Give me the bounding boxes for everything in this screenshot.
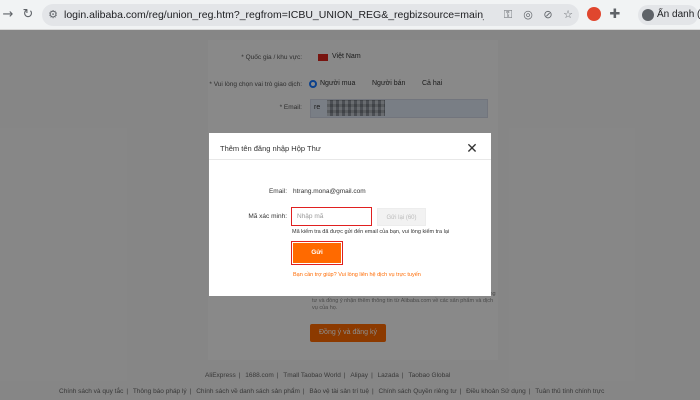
modal-email-label: Email: [268, 188, 287, 195]
eye-off-icon[interactable]: ◎ [520, 7, 536, 23]
forward-icon[interactable]: → [0, 7, 16, 23]
code-sent-hint: Mã kiểm tra đã được gửi đến email của bạ… [292, 229, 450, 235]
reload-icon[interactable]: ↻ [20, 7, 36, 23]
key-icon[interactable]: ⚿ [500, 7, 516, 23]
verification-code-input[interactable] [291, 207, 372, 226]
help-contact-link[interactable]: Bạn cần trợ giúp? Vui lòng liên hệ dịch … [293, 272, 421, 278]
extensions-puzzle-icon[interactable]: ✚ [607, 7, 623, 23]
modal-email-value: htrang.mona@gmail.com [293, 188, 366, 195]
incognito-label: Ẩn danh (2) [657, 9, 700, 20]
translate-icon[interactable]: ⊘ [540, 7, 556, 23]
add-mailbox-dialog: Thêm tên đăng nhập Hộp Thư ✕ Email: htra… [209, 133, 491, 296]
dialog-title: Thêm tên đăng nhập Hộp Thư [220, 144, 321, 153]
incognito-button[interactable]: Ẩn danh (2) [638, 5, 700, 25]
url-text[interactable]: login.alibaba.com/reg/union_reg.htm?_reg… [64, 9, 484, 21]
verification-code-label: Mã xác minh: [248, 213, 287, 220]
close-icon[interactable]: ✕ [465, 142, 479, 156]
resend-code-button[interactable]: Gửi lại (60) [377, 208, 426, 226]
incognito-icon [642, 9, 654, 21]
extension-icon[interactable] [587, 7, 601, 21]
browser-toolbar: → ↻ ⚙ login.alibaba.com/reg/union_reg.ht… [0, 0, 700, 30]
address-bar[interactable]: ⚙ login.alibaba.com/reg/union_reg.htm?_r… [42, 4, 579, 26]
site-settings-icon[interactable]: ⚙ [45, 7, 61, 23]
dialog-header: Thêm tên đăng nhập Hộp Thư ✕ [209, 133, 491, 160]
bookmark-star-icon[interactable]: ☆ [560, 7, 576, 23]
send-button[interactable]: Gửi [293, 243, 341, 263]
